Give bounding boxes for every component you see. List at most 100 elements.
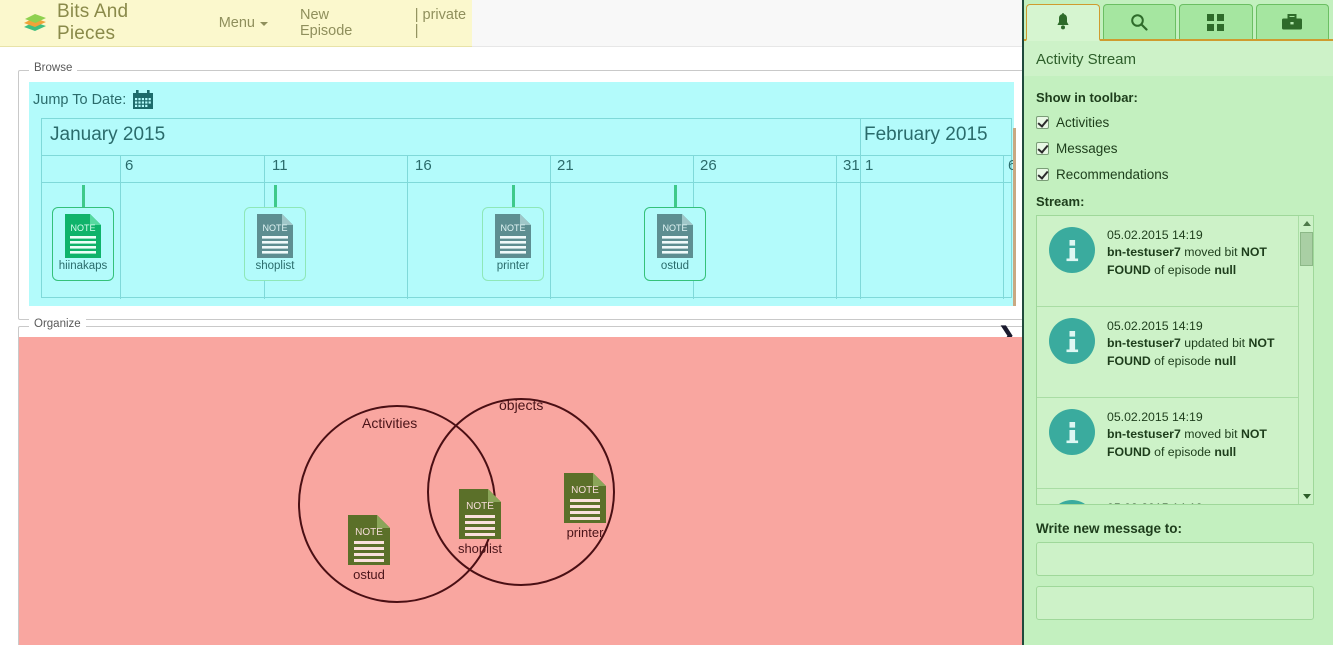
note-label: ostud (660, 260, 690, 272)
stream-item-time: 05.02.2015 14:19 (1107, 228, 1203, 242)
activity-stream-list[interactable]: 05.02.2015 14:19 bn-testuser7 moved bit … (1036, 215, 1314, 505)
panel-title: Activity Stream (1022, 41, 1333, 76)
info-icon (1049, 227, 1095, 273)
info-icon (1049, 318, 1095, 364)
note-document-icon: NOTE (657, 214, 693, 258)
day-label-11: 11 (272, 157, 288, 174)
note-label: printer (496, 260, 530, 272)
stream-item-time: 05.02.2015 14:19 (1107, 410, 1203, 424)
right-sidebar: Activity Stream Show in toolbar: Activit… (1022, 0, 1333, 645)
calendar-vline-21 (550, 155, 551, 299)
stream-episode: null (1214, 444, 1237, 459)
calendar-vline-16 (407, 155, 408, 299)
venn-note-printer[interactable]: NOTE printer (556, 473, 614, 540)
day-label-1: 1 (865, 157, 874, 174)
venn-note-ostud[interactable]: NOTE ostud (339, 515, 399, 582)
note-document-icon: NOTE (65, 214, 101, 258)
nav-menu-label: Menu (218, 15, 255, 31)
tab-search[interactable] (1102, 4, 1176, 39)
search-icon (1130, 13, 1148, 31)
venn-note-shoplist[interactable]: NOTE shoplist (449, 489, 511, 556)
stream-user: bn-testuser7 (1107, 245, 1181, 260)
stream-user: bn-testuser7 (1107, 427, 1181, 442)
stream-item-text: 05.02.2015 14:19 bn-testuser7 moved bit … (1107, 227, 1289, 292)
stream-verb: moved bit (1180, 427, 1241, 442)
checkbox-label: Messages (1056, 141, 1118, 156)
venn-diagram[interactable]: Activities objects NOTE ostud NOTE shopl… (19, 337, 1023, 645)
tab-activities[interactable] (1026, 4, 1100, 41)
svg-text:NOTE: NOTE (662, 223, 687, 233)
stream-suffix: of episode (1150, 444, 1215, 459)
calendar-vline-6 (120, 155, 121, 299)
note-card[interactable]: NOTE printer (482, 207, 544, 281)
note-card[interactable]: NOTE shoplist (244, 207, 306, 281)
note-label: hiinakaps (58, 260, 108, 272)
briefcase-icon (1282, 13, 1303, 31)
timeline-today-marker (1013, 128, 1016, 306)
calendar-icon[interactable] (133, 90, 154, 109)
sidebar-edge (1022, 0, 1024, 645)
day-label-21: 21 (557, 157, 574, 174)
toolbar-option-activities[interactable]: Activities (1036, 115, 1319, 130)
venn-label-objects: objects (499, 397, 544, 413)
organize-section: Organize ❯ Activities objects NOTE ostud… (18, 318, 1024, 645)
stream-item[interactable]: 05.02.2015 14:19 bn-testuser7 moved bit … (1037, 398, 1299, 489)
stream-item-text: 05.02.2015 14:19 bn-testuser7 moved bit … (1107, 409, 1289, 474)
svg-text:NOTE: NOTE (500, 223, 525, 233)
checkbox-label: Recommendations (1056, 167, 1169, 182)
tab-briefcase[interactable] (1255, 4, 1329, 39)
toolbar-option-messages[interactable]: Messages (1036, 141, 1319, 156)
checkbox-recommendations[interactable] (1036, 168, 1049, 181)
brand[interactable]: Bits And Pieces (22, 1, 187, 45)
stream-items: 05.02.2015 14:19 bn-testuser7 moved bit … (1037, 216, 1299, 504)
app-window: Bits And Pieces Menu New Episode | priva… (0, 0, 1333, 645)
day-label-31: 31 (843, 157, 860, 174)
note-card[interactable]: NOTE hiinakaps (52, 207, 114, 281)
top-navbar: Bits And Pieces Menu New Episode | priva… (0, 0, 472, 47)
stream-verb: updated bit (1180, 336, 1249, 351)
svg-text:NOTE: NOTE (466, 501, 494, 512)
message-recipient-input[interactable] (1036, 542, 1314, 576)
layers-stack-icon (22, 13, 48, 33)
calendar-day-row: 6 11 16 21 26 31 1 6 (42, 155, 1016, 182)
note-document-icon: NOTE (495, 214, 531, 258)
nav-menu[interactable]: Menu (219, 15, 268, 31)
day-label-16: 16 (415, 157, 432, 174)
checkbox-messages[interactable] (1036, 142, 1049, 155)
stream-suffix: of episode (1150, 262, 1215, 277)
note-stem (674, 185, 677, 207)
caret-down-icon (1302, 494, 1311, 499)
scroll-down-button[interactable] (1299, 489, 1313, 504)
info-icon (1049, 500, 1095, 504)
checkbox-activities[interactable] (1036, 116, 1049, 129)
message-body-input[interactable] (1036, 586, 1314, 620)
nav-privacy[interactable]: | private | (415, 7, 472, 39)
grid-icon (1207, 13, 1225, 31)
note-document-icon: NOTE (257, 214, 293, 258)
info-icon (1049, 409, 1095, 455)
brand-title: Bits And Pieces (57, 1, 129, 44)
stream-item-body: bn-testuser7 moved bit NOT FOUND of epis… (1107, 245, 1267, 276)
stream-suffix: of episode (1150, 353, 1215, 368)
stream-item-text: 05.02.2015 14:19 bn-testuser7 moved bit … (1107, 500, 1289, 504)
nav-privacy-label: | private | (414, 7, 467, 39)
calendar-vline-31 (836, 155, 837, 299)
svg-text:NOTE: NOTE (262, 223, 287, 233)
stream-item[interactable]: 05.02.2015 14:19 bn-testuser7 moved bit … (1037, 489, 1299, 504)
stream-item-text: 05.02.2015 14:19 bn-testuser7 updated bi… (1107, 318, 1289, 383)
stream-item[interactable]: 05.02.2015 14:19 bn-testuser7 moved bit … (1037, 216, 1299, 307)
scrollbar-thumb[interactable] (1300, 232, 1313, 266)
toolbar-option-recommendations[interactable]: Recommendations (1036, 167, 1319, 182)
calendar-timeline[interactable]: January 2015 February 2015 6 11 16 21 26… (41, 118, 1016, 299)
stream-item[interactable]: 05.02.2015 14:19 bn-testuser7 updated bi… (1037, 307, 1299, 398)
stream-item-time: 05.02.2015 14:19 (1107, 500, 1289, 504)
month-label-january: January 2015 (50, 124, 166, 145)
stream-scrollbar[interactable] (1298, 216, 1313, 504)
stream-item-time: 05.02.2015 14:19 (1107, 319, 1203, 333)
note-stem (274, 185, 277, 207)
nav-new-episode[interactable]: New Episode (300, 7, 383, 39)
note-card[interactable]: NOTE ostud (644, 207, 706, 281)
browse-legend: Browse (29, 62, 78, 74)
scroll-up-button[interactable] (1299, 216, 1313, 231)
tab-grid[interactable] (1179, 4, 1253, 39)
